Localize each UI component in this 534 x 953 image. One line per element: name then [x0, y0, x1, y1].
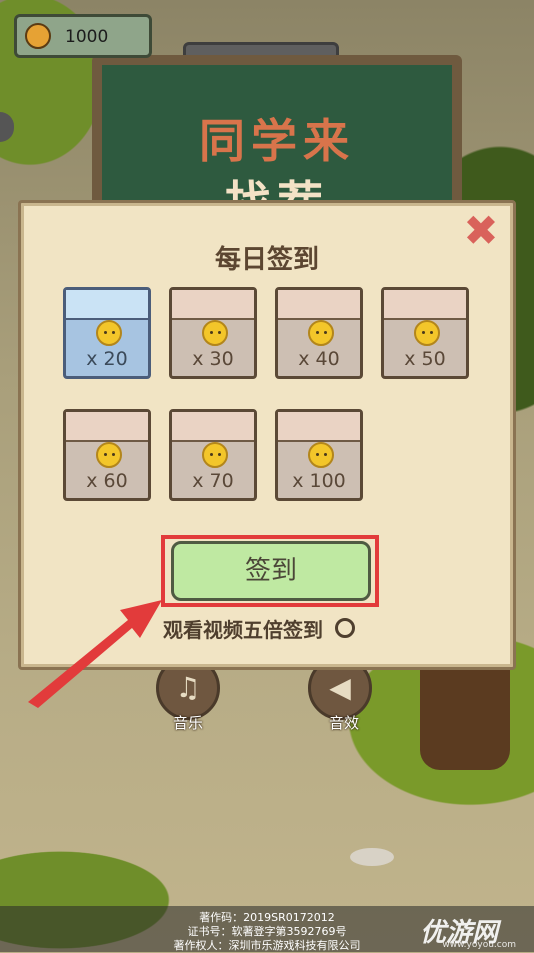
reward-amount: x 100	[292, 470, 346, 492]
reward-amount: x 40	[298, 348, 340, 370]
red-arrow-icon	[28, 600, 162, 708]
coin-counter: 1000	[14, 14, 152, 58]
reward-amount: x 70	[192, 470, 234, 492]
rock-decoration	[350, 848, 394, 866]
game-title-line1: 同学来	[199, 114, 355, 168]
reward-card-day4[interactable]: x 50	[381, 287, 469, 379]
coin-face-icon	[308, 320, 334, 346]
coin-face-icon	[96, 320, 122, 346]
coin-icon	[25, 23, 51, 49]
coin-count: 1000	[65, 27, 109, 47]
dialog-title: 每日签到	[214, 245, 319, 275]
reward-amount: x 30	[192, 348, 234, 370]
reward-card-day5[interactable]: x 60	[63, 409, 151, 501]
reward-card-day7[interactable]: x 100	[275, 409, 363, 501]
reward-amount: x 50	[404, 348, 446, 370]
reward-card-day6[interactable]: x 70	[169, 409, 257, 501]
reward-card-day1[interactable]: x 20	[63, 287, 151, 379]
video-five-times-option[interactable]: 观看视频五倍签到	[163, 613, 355, 643]
video-option-label: 观看视频五倍签到	[163, 617, 323, 642]
coin-face-icon	[202, 320, 228, 346]
reward-card-day3[interactable]: x 40	[275, 287, 363, 379]
sound-label: 音效	[328, 714, 359, 732]
coin-face-icon	[96, 442, 122, 468]
coin-face-icon	[202, 442, 228, 468]
coin-face-icon	[414, 320, 440, 346]
signin-button[interactable]: 签到	[171, 541, 371, 601]
reward-amount: x 20	[86, 348, 128, 370]
music-label: 音乐	[172, 714, 203, 732]
reward-amount: x 60	[86, 470, 128, 492]
watermark-url: www.yoyou.com	[442, 940, 516, 950]
reward-card-day2[interactable]: x 30	[169, 287, 257, 379]
radio-icon[interactable]	[335, 618, 355, 638]
coin-face-icon	[308, 442, 334, 468]
